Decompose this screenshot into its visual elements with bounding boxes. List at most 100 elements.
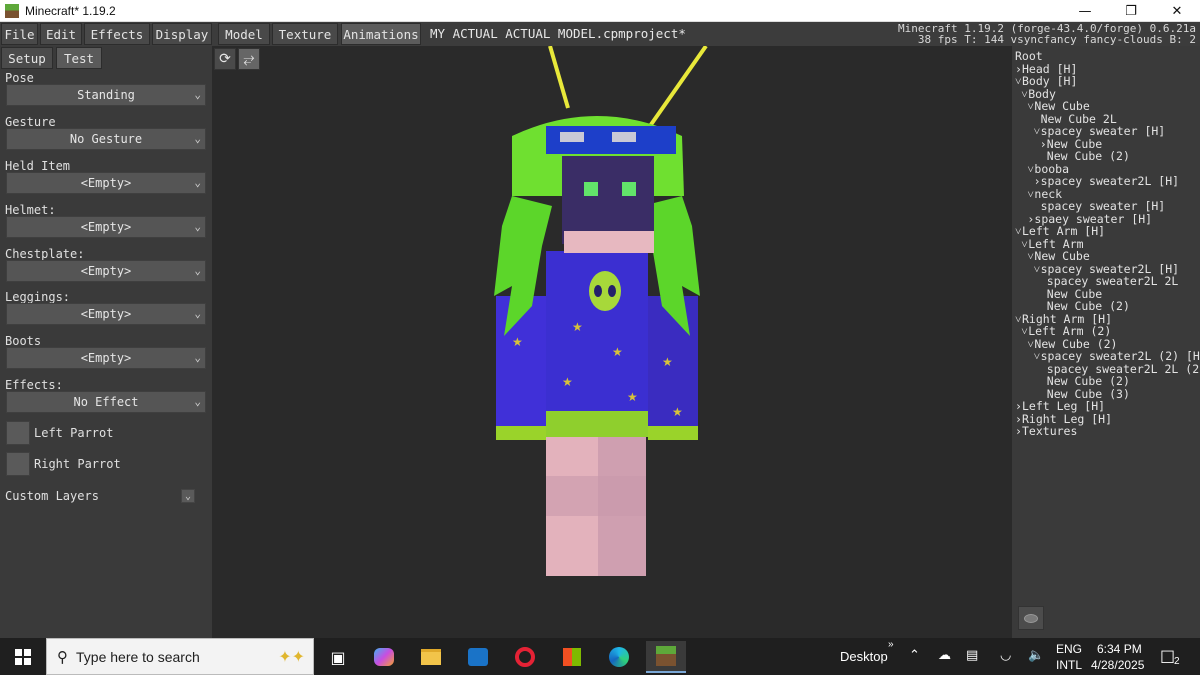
tree-item[interactable]: New Cube 2L [1034, 113, 1117, 125]
chevron-down-icon[interactable]: ˅ [1034, 350, 1041, 362]
tree-item[interactable]: ˅Body [H] [1015, 75, 1077, 87]
pose-dropdown[interactable]: Standing ⌄ [6, 84, 206, 106]
tree-item[interactable]: New Cube (2) [1040, 150, 1130, 162]
head [562, 156, 654, 244]
boots-dropdown[interactable]: <Empty> ⌄ [6, 347, 206, 369]
display-icon[interactable]: ▤ [966, 648, 978, 663]
tab-test[interactable]: Test [56, 47, 102, 69]
tree-item[interactable]: ›New Cube [1040, 138, 1102, 150]
tree-item[interactable]: ›spaey sweater [H] [1027, 213, 1152, 225]
clock-date[interactable]: 4/28/2025 [1091, 658, 1144, 672]
tree-item[interactable]: New Cube [1040, 288, 1102, 300]
left-parrot-label: Left Parrot [34, 426, 114, 440]
opera-icon[interactable] [505, 641, 545, 673]
menu-display[interactable]: Display [152, 23, 212, 45]
tree-item[interactable]: ›spacey sweater2L [H] [1034, 175, 1179, 187]
chevron-icon[interactable]: » [888, 639, 894, 650]
tree-item[interactable]: New Cube (3) [1040, 388, 1130, 400]
tree-item[interactable]: spacey sweater2L 2L [1040, 275, 1179, 287]
leggings-label: Leggings: [5, 290, 71, 304]
tree-item[interactable]: ˅Left Arm (2) [1021, 325, 1111, 337]
eye-icon[interactable] [1018, 606, 1044, 630]
tree-item[interactable]: ˅Left Arm [H] [1015, 225, 1105, 237]
store-icon[interactable] [552, 641, 592, 673]
tree-item[interactable]: ˅spacey sweater [H] [1034, 125, 1166, 137]
close-button[interactable]: ✕ [1154, 0, 1200, 22]
right-parrot-checkbox[interactable] [6, 452, 30, 476]
tree-item[interactable]: ˅spacey sweater2L (2) [H] [1034, 350, 1200, 362]
language-1[interactable]: ENG [1056, 642, 1082, 656]
tree-item[interactable]: ˅neck [1027, 188, 1062, 200]
language-2[interactable]: INTL [1056, 658, 1082, 672]
model-viewport[interactable]: ⟳ ⥂ ★ ★ ★ ★ ★ ★ ★ [212, 46, 1012, 638]
chevron-down-icon[interactable]: ˅ [1015, 313, 1022, 325]
tab-animations[interactable]: Animations [341, 23, 421, 45]
clock-time[interactable]: 6:34 PM [1097, 642, 1142, 656]
tree-item[interactable]: Root [1015, 50, 1043, 62]
minecraft-icon[interactable] [646, 641, 686, 673]
effects-dropdown[interactable]: No Effect ⌄ [6, 391, 206, 413]
search-input[interactable]: ⚲ Type here to search ✦✦ [46, 638, 314, 675]
gesture-label: Gesture [5, 115, 56, 129]
menu-effects[interactable]: Effects [84, 23, 150, 45]
start-button[interactable] [0, 638, 46, 675]
tree-item[interactable]: ˅Right Arm [H] [1015, 313, 1112, 325]
edge-icon[interactable] [599, 641, 639, 673]
chevron-right-icon[interactable]: › [1034, 175, 1041, 187]
tree-item[interactable]: spacey sweater [H] [1034, 200, 1166, 212]
desktop-label[interactable]: Desktop [840, 649, 888, 664]
tab-texture[interactable]: Texture [272, 23, 338, 45]
chevron-down-icon[interactable]: ˅ [1015, 225, 1022, 237]
tree-item[interactable]: New Cube (2) [1040, 375, 1130, 387]
wifi-icon[interactable]: ◡ [1000, 648, 1011, 663]
task-view-icon[interactable]: ▣ [318, 641, 358, 673]
left-parrot-checkbox[interactable] [6, 421, 30, 445]
tree-item[interactable]: ˅New Cube (2) [1027, 338, 1117, 350]
tree-item[interactable]: spacey sweater2L 2L (2) [1040, 363, 1200, 375]
menu-file[interactable]: File [1, 23, 38, 45]
tree-item[interactable]: ˅Body [1021, 88, 1056, 100]
outlook-icon[interactable] [458, 641, 498, 673]
chevron-down-icon[interactable]: ˅ [1034, 263, 1041, 275]
maximize-button[interactable]: ❐ [1108, 0, 1154, 22]
tab-model[interactable]: Model [218, 23, 270, 45]
held-item-dropdown[interactable]: <Empty> ⌄ [6, 172, 206, 194]
window-title-bar: Minecraft* 1.19.2 — ❐ ✕ [0, 0, 1200, 22]
notification-icon[interactable]: □ [1160, 646, 1175, 665]
chevron-right-icon[interactable]: › [1015, 425, 1022, 437]
tree-item[interactable]: ˅New Cube [1027, 250, 1089, 262]
chestplate-dropdown[interactable]: <Empty> ⌄ [6, 260, 206, 282]
volume-icon[interactable]: 🔈 [1028, 648, 1044, 663]
tree-item[interactable]: ›Right Leg [H] [1015, 413, 1112, 425]
cloud-icon[interactable]: ☁ [938, 648, 951, 663]
gesture-dropdown[interactable]: No Gesture ⌄ [6, 128, 206, 150]
chevron-down-icon[interactable]: ˅ [1015, 75, 1022, 87]
tree-item[interactable]: ˅Left Arm [1021, 238, 1083, 250]
svg-text:★: ★ [612, 345, 623, 359]
tree-item[interactable]: ›Head [H] [1015, 63, 1077, 75]
chevron-right-icon[interactable]: › [1015, 63, 1022, 75]
tab-setup[interactable]: Setup [1, 47, 53, 69]
chevron-down-icon[interactable]: ˅ [1034, 125, 1041, 137]
tree-item[interactable]: New Cube (2) [1040, 300, 1130, 312]
tree-item[interactable]: ›Textures [1015, 425, 1077, 437]
leggings-dropdown[interactable]: <Empty> ⌄ [6, 303, 206, 325]
tree-item[interactable]: ›Left Leg [H] [1015, 400, 1105, 412]
chevron-down-icon: ⌄ [194, 220, 201, 233]
helmet-dropdown[interactable]: <Empty> ⌄ [6, 216, 206, 238]
tree-item[interactable]: ˅New Cube [1027, 100, 1089, 112]
chevron-right-icon[interactable]: › [1015, 400, 1022, 412]
custom-layers-expand-button[interactable]: ⌄ [181, 489, 195, 503]
chevron-right-icon[interactable]: › [1015, 413, 1022, 425]
minimize-button[interactable]: — [1062, 0, 1108, 22]
menu-edit[interactable]: Edit [40, 23, 82, 45]
copilot-icon[interactable] [364, 641, 404, 673]
tree-item[interactable]: ˅booba [1027, 163, 1069, 175]
chevron-right-icon[interactable]: › [1040, 138, 1047, 150]
player-model[interactable]: ★ ★ ★ ★ ★ ★ ★ [212, 46, 1012, 638]
chestplate-value: <Empty> [80, 264, 132, 278]
chevron-up-icon[interactable]: ⌃ [909, 648, 920, 663]
file-explorer-icon[interactable] [411, 641, 451, 673]
tree-item[interactable]: ˅spacey sweater2L [H] [1034, 263, 1179, 275]
boots-label: Boots [5, 334, 42, 348]
